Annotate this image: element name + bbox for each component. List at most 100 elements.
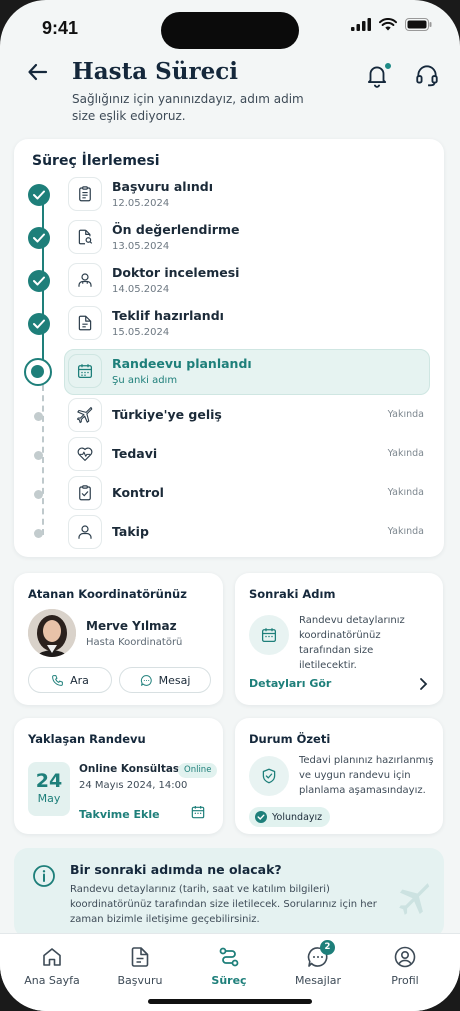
info-title: Bir sonraki adımda ne olacak? bbox=[70, 862, 282, 877]
progress-title: Süreç İlerlemesi bbox=[32, 153, 160, 169]
message-label: Mesaj bbox=[158, 673, 191, 687]
next-step-title: Sonraki Adım bbox=[249, 587, 336, 601]
doctor-icon bbox=[68, 263, 102, 297]
calendar-add-icon[interactable] bbox=[190, 804, 206, 820]
tab-bar: Ana Sayfa Başvuru Süreç 2 Mesajlar Profi… bbox=[0, 933, 460, 1011]
status-time: 9:41 bbox=[42, 18, 79, 38]
tab-label: Ana Sayfa bbox=[24, 974, 80, 987]
tab-label: Süreç bbox=[211, 974, 247, 987]
step-upcoming-marker bbox=[34, 490, 43, 499]
step-name: Tedavi bbox=[112, 446, 158, 461]
tab-messages[interactable]: 2 Mesajlar bbox=[278, 940, 358, 987]
tab-label: Profil bbox=[391, 974, 419, 987]
step-date: 14.05.2024 bbox=[112, 284, 170, 295]
status-badge: Yolundayız bbox=[249, 807, 331, 827]
check-icon bbox=[33, 276, 45, 286]
appointment-day: 24 bbox=[35, 770, 63, 792]
battery-icon bbox=[405, 18, 432, 31]
appointment-datetime: 24 Mayıs 2024, 14:00 bbox=[79, 780, 188, 791]
arrow-left-icon bbox=[28, 63, 48, 81]
tab-process[interactable]: Süreç bbox=[189, 944, 269, 987]
tab-label: Mesajlar bbox=[294, 974, 342, 987]
step-soon-label: Yakında bbox=[387, 487, 424, 498]
call-label: Ara bbox=[70, 673, 89, 687]
avatar bbox=[28, 609, 76, 657]
status-summary-card: Durum Özeti Tedavi planınız hazırlanmış … bbox=[235, 718, 443, 834]
next-step-text: Randevu detaylarınız koordinatörünüz tar… bbox=[299, 615, 405, 671]
step-current-label: Şu anki adım bbox=[112, 375, 178, 386]
add-to-calendar-link[interactable]: Takvime Ekle bbox=[79, 808, 160, 821]
tab-application[interactable]: Başvuru bbox=[100, 944, 180, 987]
step-name: Teklif hazırlandı bbox=[112, 308, 224, 323]
step-soon-label: Yakında bbox=[387, 526, 424, 537]
clipboard-check-icon bbox=[68, 476, 102, 510]
headset-icon bbox=[416, 65, 438, 87]
check-icon bbox=[33, 319, 45, 329]
next-step-card: Sonraki Adım Randevu detaylarınız koordi… bbox=[235, 573, 443, 705]
coordinator-role: Hasta Koordinatörü bbox=[86, 637, 183, 648]
shield-check-icon bbox=[249, 756, 289, 796]
step-done-marker bbox=[28, 270, 50, 292]
notifications-button[interactable] bbox=[364, 62, 392, 90]
coordinator-name: Merve Yılmaz bbox=[86, 619, 177, 633]
timeline-step[interactable]: Doktor incelemesi 14.05.2024 bbox=[24, 261, 430, 301]
appointment-month: May bbox=[37, 792, 61, 805]
document-icon bbox=[68, 306, 102, 340]
step-name: Ön değerlendirme bbox=[112, 222, 240, 237]
appointment-title: Yaklaşan Randevu bbox=[28, 732, 146, 746]
timeline-step[interactable]: Tedavi Yakında bbox=[24, 435, 430, 475]
step-done-marker bbox=[28, 313, 50, 335]
status-badge-label: Yolundayız bbox=[272, 811, 323, 823]
step-soon-label: Yakında bbox=[387, 409, 424, 420]
status-icons bbox=[351, 18, 432, 31]
profile-icon bbox=[394, 946, 416, 968]
step-name: Kontrol bbox=[112, 485, 164, 500]
details-link[interactable]: Detayları Gör bbox=[249, 677, 331, 690]
signal-icon bbox=[351, 18, 371, 31]
phone-screen: 9:41 Hasta Süreci Sağlığınız için yanını… bbox=[0, 0, 460, 1011]
page-subtitle: Sağlığınız için yanınızdayız, adım adim … bbox=[72, 92, 304, 123]
timeline-step[interactable]: Başvuru alındı 12.05.2024 bbox=[24, 175, 430, 215]
timeline-step-current[interactable]: Randeevu planlandı Şu anki adım bbox=[24, 349, 430, 395]
step-done-marker bbox=[28, 184, 50, 206]
step-upcoming-marker bbox=[34, 412, 43, 421]
home-icon bbox=[43, 948, 61, 966]
route-icon bbox=[219, 947, 239, 967]
chat-icon bbox=[140, 674, 152, 686]
person-icon bbox=[68, 515, 102, 549]
timeline-step[interactable]: Ön değerlendirme 13.05.2024 bbox=[24, 218, 430, 258]
page-title: Hasta Süreci bbox=[72, 58, 238, 85]
chevron-right-icon[interactable] bbox=[417, 677, 429, 691]
timeline-step[interactable]: Türkiye'ye geliş Yakında bbox=[24, 396, 430, 436]
timeline-step[interactable]: Takip Yakında bbox=[24, 513, 430, 553]
notification-dot bbox=[384, 62, 392, 70]
step-name: Randeevu planlandı bbox=[112, 356, 252, 371]
phone-icon bbox=[52, 674, 63, 686]
step-upcoming-marker bbox=[34, 529, 43, 538]
back-button[interactable] bbox=[26, 60, 54, 88]
info-icon bbox=[33, 865, 55, 887]
step-name: Doktor incelemesi bbox=[112, 265, 240, 280]
tab-profile[interactable]: Profil bbox=[365, 944, 445, 987]
call-button[interactable]: Ara bbox=[28, 667, 112, 693]
plane-icon bbox=[68, 398, 102, 432]
plane-icon bbox=[399, 883, 430, 915]
online-badge: Online bbox=[178, 763, 218, 778]
step-date: 15.05.2024 bbox=[112, 327, 170, 338]
message-button[interactable]: Mesaj bbox=[119, 667, 211, 693]
timeline-step[interactable]: Kontrol Yakında bbox=[24, 474, 430, 514]
tab-home[interactable]: Ana Sayfa bbox=[12, 944, 92, 987]
step-current-marker bbox=[24, 358, 52, 386]
progress-card: Süreç İlerlemesi Başvuru alındı 12.05.20… bbox=[14, 139, 444, 557]
step-name: Takip bbox=[112, 524, 149, 539]
support-button[interactable] bbox=[414, 62, 442, 90]
check-icon bbox=[33, 190, 45, 200]
calendar-icon bbox=[249, 615, 289, 655]
dynamic-island bbox=[161, 12, 299, 49]
home-indicator bbox=[148, 999, 312, 1004]
timeline-step[interactable]: Teklif hazırlandı 15.05.2024 bbox=[24, 304, 430, 344]
step-name: Türkiye'ye geliş bbox=[112, 407, 222, 422]
tab-label: Başvuru bbox=[117, 974, 163, 987]
status-summary-title: Durum Özeti bbox=[249, 732, 331, 746]
messages-badge: 2 bbox=[320, 940, 335, 955]
